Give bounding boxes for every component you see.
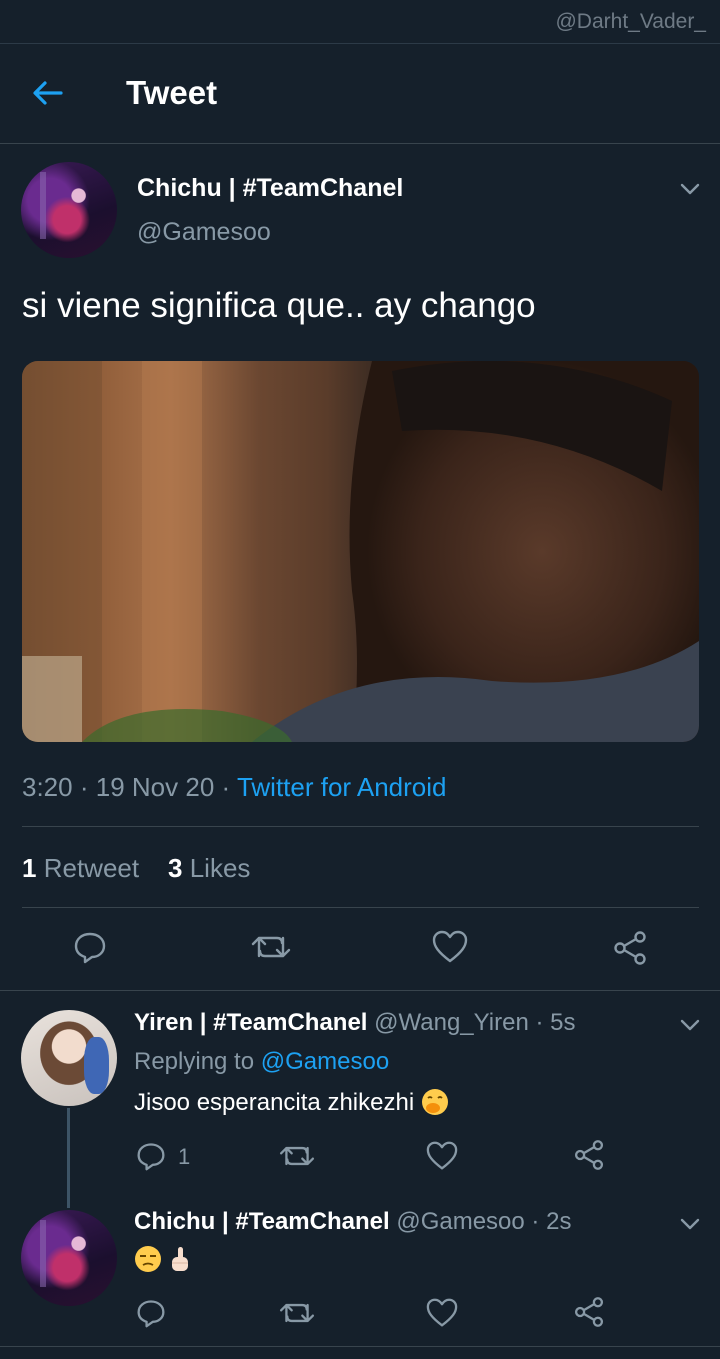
reply-text-content: Jisoo esperancita zhikezhi xyxy=(134,1089,415,1116)
meta-separator: · xyxy=(79,772,89,802)
share-icon[interactable] xyxy=(612,930,648,966)
reply-header: Chichu | #TeamChanel @Gamesoo · 2s xyxy=(134,1208,571,1236)
tweet-meta: 3:20 · 19 Nov 20 · Twitter for Android xyxy=(22,772,447,803)
meta-separator: · xyxy=(221,772,231,802)
avatar[interactable] xyxy=(21,1010,117,1106)
retweet-icon[interactable] xyxy=(251,930,291,964)
unamused-face-emoji-icon xyxy=(134,1245,162,1273)
divider xyxy=(22,826,699,827)
like-count: 3 xyxy=(168,853,183,883)
chevron-down-icon[interactable] xyxy=(679,1213,701,1235)
replying-to: Replying to @Gamesoo xyxy=(134,1048,389,1076)
reply-icon[interactable] xyxy=(136,1141,166,1171)
tweet-date: 19 Nov 20 xyxy=(95,772,215,802)
likes-stat[interactable]: 3 Likes xyxy=(168,853,250,883)
meta-separator: · xyxy=(531,1208,540,1235)
likes-label: Likes xyxy=(189,853,251,883)
avatar[interactable] xyxy=(21,162,117,258)
retweets-stat[interactable]: 1 Retweet xyxy=(22,853,139,883)
divider xyxy=(0,1346,720,1347)
share-icon[interactable] xyxy=(573,1139,605,1171)
back-arrow-icon[interactable] xyxy=(30,77,66,109)
retweet-icon[interactable] xyxy=(279,1298,315,1328)
share-icon[interactable] xyxy=(573,1296,605,1328)
retweet-icon[interactable] xyxy=(279,1141,315,1171)
tweet-media-image[interactable] xyxy=(22,361,699,742)
replying-to-label: Replying to xyxy=(134,1048,255,1075)
meta-separator: · xyxy=(535,1009,544,1036)
reply-icon[interactable] xyxy=(136,1298,166,1328)
retweet-label: Retweet xyxy=(43,853,140,883)
hand-over-mouth-emoji-icon xyxy=(421,1088,449,1116)
reply-header: Yiren | #TeamChanel @Wang_Yiren · 5s xyxy=(134,1009,576,1037)
thread-connector xyxy=(67,1108,70,1208)
page-title: Tweet xyxy=(126,74,218,111)
reply-text: Jisoo esperancita zhikezhi xyxy=(134,1088,449,1117)
heart-icon[interactable] xyxy=(426,1298,458,1328)
divider xyxy=(0,990,720,991)
reply-author-handle[interactable]: @Wang_Yiren xyxy=(374,1009,529,1036)
heart-icon[interactable] xyxy=(426,1141,458,1171)
reply-author-name[interactable]: Yiren | #TeamChanel xyxy=(134,1009,367,1036)
heart-icon[interactable] xyxy=(432,930,468,964)
tweet-author-handle[interactable]: @Gamesoo xyxy=(137,218,271,247)
chevron-down-icon[interactable] xyxy=(679,178,701,200)
chevron-down-icon[interactable] xyxy=(679,1014,701,1036)
reply-time: 5s xyxy=(550,1009,576,1036)
reply-text xyxy=(134,1245,194,1273)
tweet-text: si viene significa que.. ay chango xyxy=(22,286,536,325)
avatar[interactable] xyxy=(21,1210,117,1306)
replying-to-handle[interactable]: @Gamesoo xyxy=(261,1048,389,1075)
reply-author-name[interactable]: Chichu | #TeamChanel xyxy=(134,1208,390,1235)
reply-icon[interactable] xyxy=(73,930,107,964)
header: Tweet xyxy=(0,44,720,144)
middle-finger-emoji-icon xyxy=(166,1245,194,1273)
watermark: @Darht_Vader_ xyxy=(555,10,706,33)
reply-author-handle[interactable]: @Gamesoo xyxy=(396,1208,524,1235)
tweet-stats: 1 Retweet 3 Likes xyxy=(22,853,250,884)
tweet-author-name[interactable]: Chichu | #TeamChanel xyxy=(137,174,403,203)
reply-time: 2s xyxy=(546,1208,572,1235)
divider xyxy=(22,907,699,908)
retweet-count: 1 xyxy=(22,853,37,883)
tweet-source-link[interactable]: Twitter for Android xyxy=(237,772,447,802)
reply-count: 1 xyxy=(178,1144,191,1169)
tweet-time: 3:20 xyxy=(22,772,73,802)
